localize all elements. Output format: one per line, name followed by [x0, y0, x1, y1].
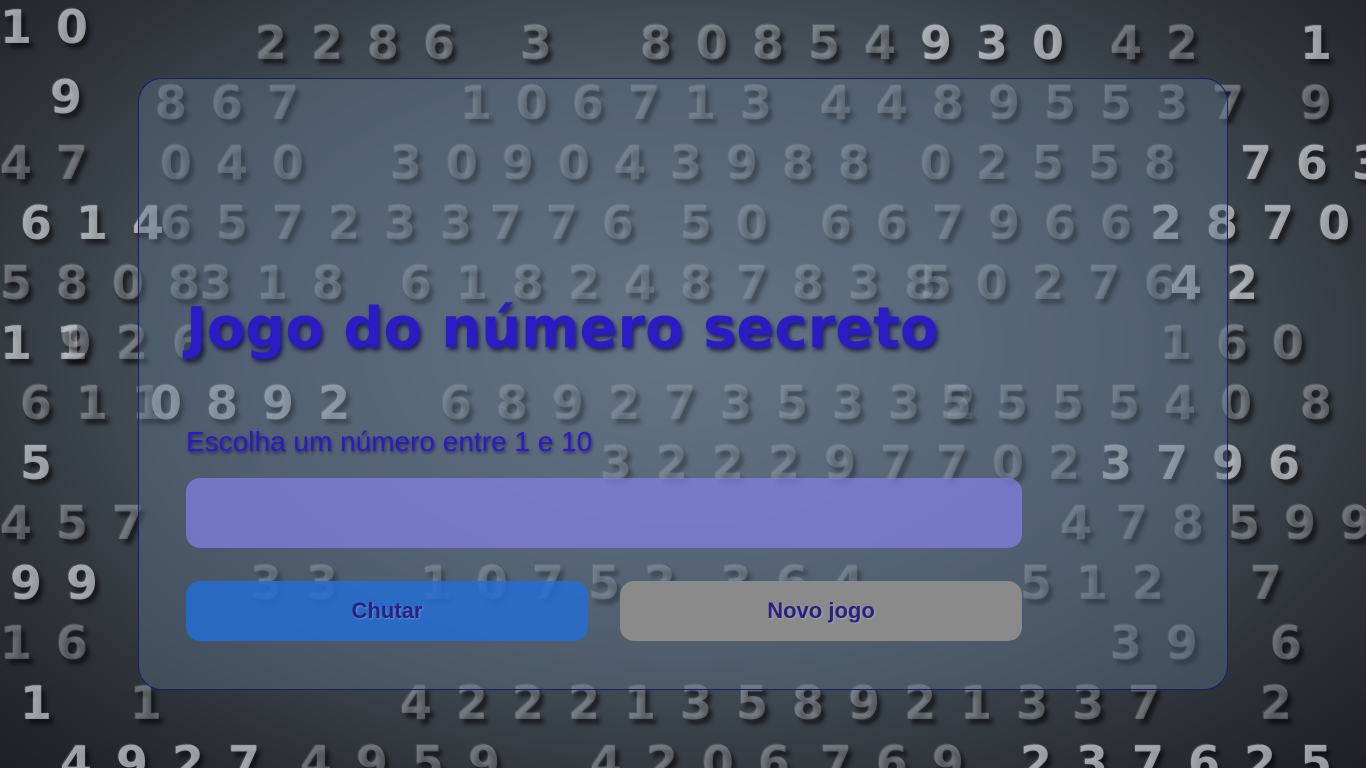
guess-input[interactable] — [186, 478, 1022, 548]
page-title: Jogo do número secreto — [186, 296, 939, 361]
instruction-text: Escolha um número entre 1 e 10 — [186, 426, 593, 457]
new-game-button[interactable]: Novo jogo — [620, 581, 1022, 641]
guess-button[interactable]: Chutar — [186, 581, 588, 641]
